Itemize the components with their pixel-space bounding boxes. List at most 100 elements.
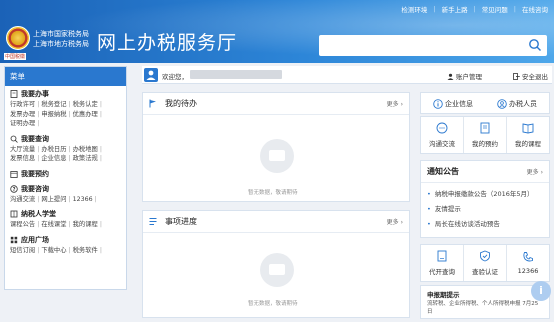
my-appointment-tile[interactable]: 我的预约 [464,117,507,153]
my-appointment-label: 我的预约 [472,140,498,148]
progress-more-link[interactable]: 更多 › [387,217,403,226]
search-input[interactable] [319,35,547,56]
menu-link[interactable]: 沟通交流 [10,196,35,203]
todo-more-link[interactable]: 更多 › [387,99,403,108]
menu-section-label[interactable]: 应用广场 [21,235,49,245]
menu-section-label[interactable]: 我要咨询 [21,184,49,194]
search-icon [10,135,18,143]
logout-label: 安全退出 [522,73,548,81]
verification-tile[interactable]: 查验认证 [464,245,507,281]
menu-section-title: 应用广场 [10,235,121,245]
menu-link[interactable]: 短信订阅 [10,247,35,254]
notice-item[interactable]: 纳税申报缴款公告（2016年5月） [427,187,543,202]
site-header: 检测环境 | 新手上路 | 常见问题 | 在线咨询 中国税徽 上海市国家税务局 … [0,0,554,63]
account-management-link[interactable]: 账户管理 [447,71,482,81]
menu-link[interactable]: 政策法规 [73,155,98,162]
menu-section-title: ? 我要咨询 [10,184,121,194]
menu-link[interactable]: 网上提问 [41,196,66,203]
menu-link[interactable]: 税务软件 [73,247,98,254]
flag-icon [149,99,156,108]
empty-state-text: 暂无数据，敬请期待 [248,301,298,307]
divider: | [99,221,102,228]
menu-section: 我要预约 [5,166,126,181]
menu-link[interactable]: 优惠办理 [73,111,98,118]
menu-link[interactable]: 办税地图 [73,146,98,153]
divider: | [94,195,97,203]
top-nav-item[interactable]: 在线咨询 [522,4,548,14]
menu-link[interactable]: 我的课程 [73,221,98,228]
chat-icon [436,122,448,134]
menu-section: 我要办事 行政许可 | 税务登记 | 税务认定 | 发票办理 | 申报纳税 | 优惠办理 | 证明办… [5,86,126,131]
progress-panel-header: 事项进度 更多 › [143,211,409,233]
tax-emblem-icon [6,26,30,50]
receipt-icon [437,250,447,262]
account-icon [447,73,454,80]
my-course-tile[interactable]: 我的课程 [507,117,549,153]
logout-link[interactable]: 安全退出 [513,71,548,81]
user-icon [144,68,158,82]
menu-section-title: 我要查询 [10,134,121,144]
shield-check-icon [480,250,490,262]
bureau-name: 上海市地方税务局 [33,40,89,48]
menu-section-label[interactable]: 纳税人学堂 [21,209,56,219]
menu-section: 纳税人学堂 课程公告 | 在线课堂 | 我的课程 | [5,206,126,232]
menu-link[interactable]: 下载中心 [41,247,66,254]
more-label: 更多 [526,169,539,176]
enterprise-info-label: 企业信息 [445,100,473,108]
menu-link[interactable]: 企业信息 [41,155,66,162]
tax-officer-link[interactable]: 办税人员 [497,99,537,109]
menu-section-title: 纳税人学堂 [10,209,121,219]
notice-header: 通知公告 更多 › [421,161,549,183]
menu-section: 应用广场 短信订阅 | 下载中心 | 税务软件 | [5,232,126,258]
divider: | [99,145,102,153]
menu-section-label[interactable]: 我要办事 [21,89,49,99]
todo-panel-title: 我的待办 [165,99,197,108]
phone-icon [523,252,533,262]
enterprise-info-link[interactable]: 企业信息 [433,99,473,109]
notice-item[interactable]: 友情提示 [427,202,543,217]
hotline-tile[interactable]: 12366 [507,245,549,281]
floating-info-button[interactable]: i [531,281,551,301]
menu-link[interactable]: 申报纳税 [41,111,66,118]
search-icon[interactable] [528,38,542,52]
list-icon [149,218,157,225]
menu-link[interactable]: 在线课堂 [41,221,66,228]
menu-section: ? 我要咨询 沟通交流 | 网上提问 | 12366 | [5,181,126,207]
communication-tile[interactable]: 沟通交流 [421,117,464,153]
grid-icon [10,236,18,243]
notice-list: 纳税申报缴款公告（2016年5月） 友情提示 局长在线访谈活动预告 [421,183,549,236]
notice-more-link[interactable]: 更多 › [527,167,543,176]
menu-link[interactable]: 12366 [73,196,93,203]
menu-section-label[interactable]: 我要查询 [21,134,49,144]
progress-panel: 事项进度 更多 › 暂无数据，敬请期待 [142,210,410,318]
menu-section-title: 我要预约 [10,169,121,179]
top-nav-item[interactable]: 新手上路 [442,4,468,14]
menu-link[interactable]: 大厅流量 [10,146,35,153]
menu-link[interactable]: 税务登记 [41,101,66,108]
more-label: 更多 [386,219,399,226]
invoice-query-tile[interactable]: 代开查询 [421,245,464,281]
top-nav-item[interactable]: 检测环境 [401,4,427,14]
svg-text:?: ? [13,187,16,193]
service-icons-bottom: 代开查询 查验认证 12366 [420,244,550,282]
menu-link[interactable]: 发票办理 [10,111,35,118]
menu-links: 行政许可 | 税务登记 | 税务认定 | 发票办理 | 申报纳税 | 优惠办理 | 证明办理 | [10,100,121,129]
user-bar: 欢迎您， 账户管理 安全退出 [142,66,552,84]
top-nav-item[interactable]: 常见问题 [482,4,508,14]
user-silhouette-icon [146,70,156,80]
menu-link[interactable]: 发票信息 [10,155,35,162]
menu-section-title: 我要办事 [10,89,121,99]
site-title: 网上办税服务厅 [97,32,238,54]
menu-link[interactable]: 课程公告 [10,221,35,228]
invoice-query-label: 代开查询 [429,268,455,276]
menu-section-label[interactable]: 我要预约 [21,169,49,179]
notice-item[interactable]: 局长在线访谈活动预告 [427,217,543,232]
menu-links: 沟通交流 | 网上提问 | 12366 | [10,195,121,205]
menu-link[interactable]: 办税日历 [41,146,66,153]
menu-link[interactable]: 证明办理 [10,120,35,127]
menu-link[interactable]: 行政许可 [10,101,35,108]
menu-link[interactable]: 税务认定 [73,101,98,108]
quick-links: 企业信息 办税人员 [421,93,549,115]
icon-grid: 沟通交流 我的预约 我的课程 [421,117,549,153]
notice-title: 通知公告 [427,167,459,176]
